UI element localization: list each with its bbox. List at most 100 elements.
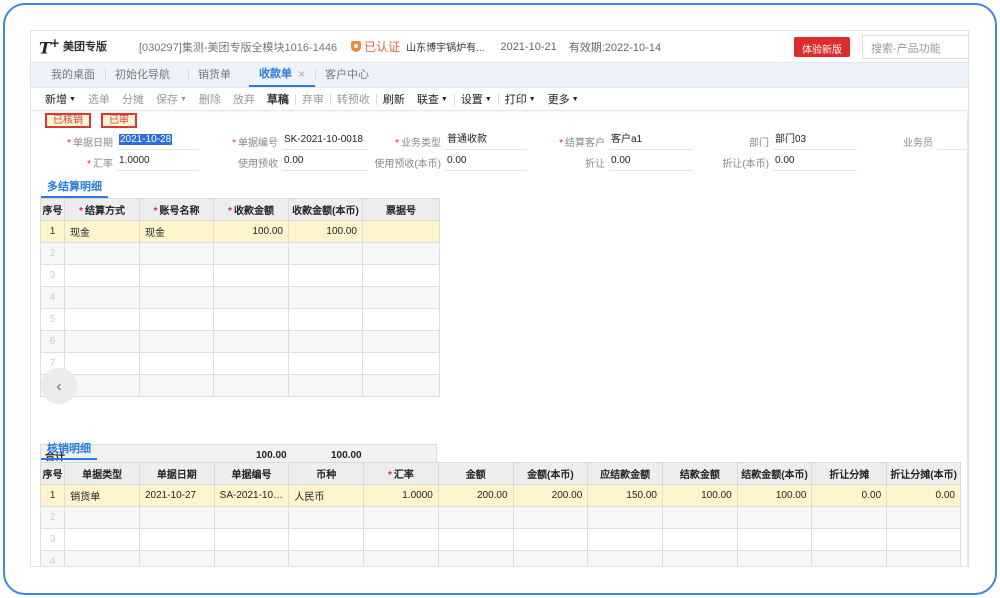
table-cell[interactable] <box>362 374 440 397</box>
table-cell[interactable] <box>64 352 140 375</box>
salesman-input[interactable] <box>937 132 968 150</box>
column-header[interactable]: 结款金额 <box>661 462 738 485</box>
doc-no-input[interactable]: SK-2021-10-0018 <box>282 132 368 150</box>
table-cell[interactable] <box>512 528 589 551</box>
select-button[interactable]: 选单 <box>82 91 116 107</box>
column-header[interactable]: 结款金额(本币) <box>736 462 813 485</box>
table-cell[interactable]: 200.00 <box>437 484 514 507</box>
table-cell[interactable] <box>661 528 738 551</box>
table-cell[interactable] <box>288 550 365 566</box>
save-button[interactable]: 保存 ▼ <box>150 91 193 107</box>
table-cell[interactable] <box>288 330 363 353</box>
table-cell[interactable] <box>213 374 289 397</box>
column-header[interactable]: * 汇率 <box>363 462 439 485</box>
table-cell[interactable] <box>512 550 589 566</box>
table-cell[interactable] <box>362 242 440 265</box>
table-cell[interactable] <box>811 528 888 551</box>
table-cell[interactable] <box>213 242 289 265</box>
table-cell[interactable]: 100.00 <box>213 220 289 243</box>
table-cell[interactable] <box>587 528 663 551</box>
table-cell[interactable] <box>64 550 140 566</box>
table-cell[interactable] <box>213 528 290 551</box>
settings-button[interactable]: 设置 ▼ <box>455 91 498 107</box>
tab-sales-order[interactable]: 销货单 <box>188 63 241 87</box>
table-cell[interactable] <box>213 264 289 287</box>
column-header[interactable]: 单据编号 <box>213 462 290 485</box>
table-cell[interactable] <box>139 330 214 353</box>
rate-input[interactable]: 1.0000 <box>117 153 199 171</box>
table-cell[interactable] <box>886 528 961 551</box>
table-cell[interactable] <box>64 242 140 265</box>
table-cell[interactable] <box>587 506 663 529</box>
column-header[interactable]: * 账号名称 <box>139 198 214 221</box>
table-row[interactable] <box>40 374 440 397</box>
table-cell[interactable]: 150.00 <box>587 484 663 507</box>
table-cell[interactable]: 200.00 <box>512 484 589 507</box>
column-header[interactable]: 币种 <box>288 462 365 485</box>
section-title-settlement[interactable]: 多结算明细 <box>41 178 108 198</box>
table-cell[interactable]: 0.00 <box>886 484 961 507</box>
table-row[interactable]: 1 销货单 2021-10-27 SA-2021-10-... 人民币 1.0000 200… <box>39 484 961 507</box>
table-cell[interactable] <box>213 506 290 529</box>
discard-button[interactable]: 放弃 <box>227 91 261 107</box>
to-prepay-button[interactable]: 转预收 <box>331 91 376 107</box>
column-header[interactable]: 序号 <box>40 198 65 221</box>
column-header[interactable]: 单据类型 <box>64 462 140 485</box>
refresh-button[interactable]: 刷新 <box>377 91 411 107</box>
close-icon[interactable]: × <box>298 63 305 85</box>
column-header[interactable]: 折让分摊 <box>811 462 888 485</box>
table-cell[interactable] <box>886 550 961 566</box>
table-cell[interactable] <box>213 308 289 331</box>
table-cell[interactable] <box>362 264 440 287</box>
table-cell[interactable]: 现金 <box>139 220 214 243</box>
table-cell[interactable] <box>288 264 363 287</box>
allocate-button[interactable]: 分摊 <box>116 91 150 107</box>
table-row[interactable]: 3 <box>39 528 961 551</box>
column-header[interactable]: 折让分摊(本币) <box>886 462 961 485</box>
scrollbar[interactable] <box>967 113 968 566</box>
use-prepay-local-input[interactable]: 0.00 <box>445 153 527 171</box>
table-cell[interactable] <box>64 330 140 353</box>
column-header[interactable]: 金额(本币) <box>512 462 589 485</box>
section-title-writeoff[interactable]: 核销明细 <box>41 440 97 460</box>
table-cell[interactable] <box>288 374 363 397</box>
table-cell[interactable] <box>64 528 140 551</box>
company-account[interactable]: [030297]集测-美团专版全模块1016-1446 <box>139 39 337 55</box>
logo[interactable]: T+ 美团专版 <box>39 36 139 57</box>
table-cell[interactable] <box>512 506 589 529</box>
table-cell[interactable]: 人民币 <box>288 484 365 507</box>
table-cell[interactable] <box>736 528 813 551</box>
table-cell[interactable] <box>213 550 290 566</box>
table-cell[interactable] <box>138 528 215 551</box>
table-cell[interactable] <box>288 308 363 331</box>
table-cell[interactable] <box>213 286 289 309</box>
tab-init-nav[interactable]: 初始化导航 <box>105 63 180 87</box>
doc-date-input[interactable]: 2021-10-28 <box>117 132 199 150</box>
table-row[interactable]: 1 现金 现金 100.00 100.00 <box>40 220 440 243</box>
table-cell[interactable] <box>736 550 813 566</box>
delete-button[interactable]: 删除 <box>193 91 227 107</box>
table-cell[interactable] <box>288 506 365 529</box>
tab-desktop[interactable]: 我的桌面 <box>41 63 105 87</box>
new-button[interactable]: 新增 ▼ <box>39 91 82 107</box>
table-cell[interactable] <box>736 506 813 529</box>
table-cell[interactable] <box>437 506 514 529</box>
table-cell[interactable]: 100.00 <box>736 484 813 507</box>
tab-customer-center[interactable]: 客户中心 <box>315 63 379 87</box>
more-button[interactable]: 更多 ▼ <box>542 91 585 107</box>
table-cell[interactable] <box>811 550 888 566</box>
table-cell[interactable]: 0.00 <box>811 484 888 507</box>
column-header[interactable]: 收款金额(本币) <box>288 198 363 221</box>
collapse-left-button[interactable]: ‹ <box>41 368 77 404</box>
table-cell[interactable] <box>213 330 289 353</box>
table-cell[interactable]: 现金 <box>64 220 140 243</box>
table-row[interactable]: 2 <box>40 242 440 265</box>
table-cell[interactable] <box>64 286 140 309</box>
table-cell[interactable] <box>362 286 440 309</box>
table-cell[interactable] <box>139 264 214 287</box>
table-cell[interactable] <box>213 352 289 375</box>
table-row[interactable]: 7 <box>40 352 440 375</box>
table-cell[interactable] <box>288 352 363 375</box>
table-cell[interactable] <box>363 506 439 529</box>
table-cell[interactable] <box>363 550 439 566</box>
